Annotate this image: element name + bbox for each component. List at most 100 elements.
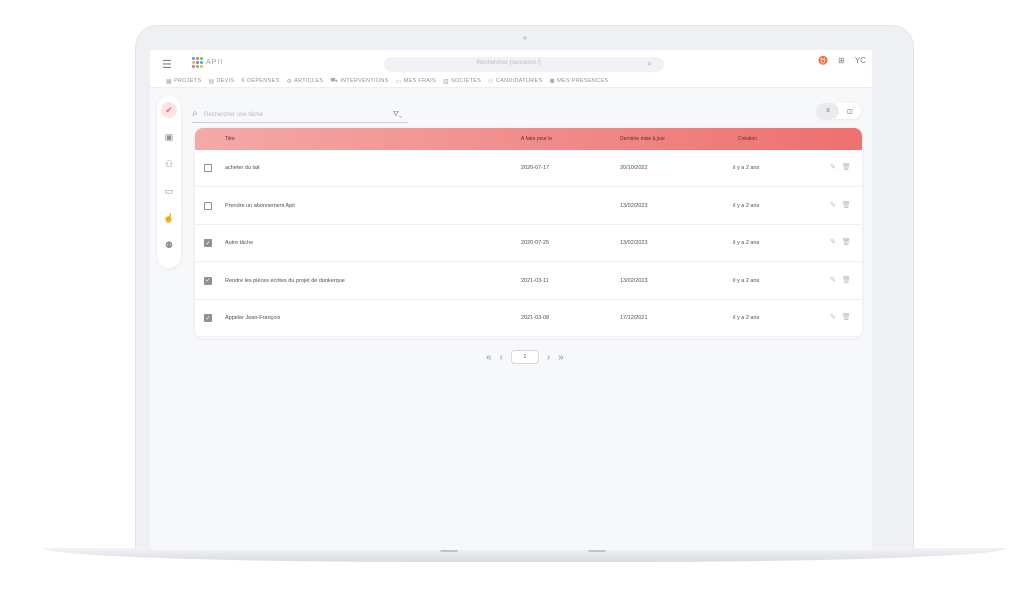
task-updated-date: 13/02/2023 bbox=[620, 202, 648, 209]
apps-grid-icon[interactable]: ⊞ bbox=[838, 56, 845, 65]
team-icon[interactable]: ⚉ bbox=[161, 237, 177, 253]
nav-item-label: DÉPENSES bbox=[247, 78, 280, 84]
task-created: il y a 2 ans bbox=[733, 240, 760, 247]
laptop-base bbox=[44, 548, 1007, 562]
task-created: il y a 2 ans bbox=[733, 315, 760, 322]
global-search-input[interactable]: Rechercher (raccourci /) ⌕ bbox=[384, 57, 664, 72]
nav-item-candidatures[interactable]: ⚇ CANDIDATURES bbox=[488, 77, 542, 85]
task-title: Prendre un abonnement Apii bbox=[225, 202, 295, 209]
task-created: il y a 2 ans bbox=[733, 202, 760, 209]
task-checkbox[interactable]: ✓ bbox=[204, 314, 212, 323]
next-page-icon[interactable]: › bbox=[547, 352, 550, 363]
edit-icon[interactable]: ✎ bbox=[830, 163, 836, 171]
nav-item-sociétés[interactable]: ▥ SOCIÉTÉS bbox=[443, 77, 481, 85]
menu-icon[interactable]: ☰ bbox=[162, 58, 172, 71]
task-checkbox[interactable] bbox=[204, 201, 212, 210]
articles-icon: ⚙ bbox=[286, 78, 293, 85]
list-view-icon[interactable]: ≡ bbox=[817, 103, 839, 119]
edit-icon[interactable]: ✎ bbox=[830, 238, 836, 246]
column-header-due[interactable]: À faire pour le bbox=[521, 136, 552, 142]
nav-item-mes présences[interactable]: ⚉ MES PRÉSENCES bbox=[549, 77, 608, 85]
task-title: Autre tâche bbox=[225, 240, 254, 247]
last-page-icon[interactable]: » bbox=[558, 352, 564, 363]
nav-item-label: MES FRAIS bbox=[403, 78, 436, 84]
table-row[interactable]: ✓ Rendre les pièces écrites du projet de … bbox=[195, 263, 862, 300]
applications-icon: ⚇ bbox=[488, 78, 494, 85]
logo-dot bbox=[200, 65, 203, 68]
nav-item-interventions[interactable]: ⛟ INTERVENTIONS bbox=[330, 77, 388, 85]
edit-icon[interactable]: ✎ bbox=[830, 276, 836, 284]
side-rail: ✔ ▣ ⚇ ▭ ☝ ⚉ bbox=[157, 96, 181, 268]
nav-item-projets[interactable]: ▦ PROJETS bbox=[166, 77, 201, 85]
task-due-date: 2020-07-17 bbox=[521, 165, 550, 171]
task-due-date: 2021-03-08 bbox=[521, 315, 550, 322]
view-toggle: ≡ ◫ bbox=[817, 103, 861, 119]
tasks-icon[interactable]: ✔ bbox=[161, 102, 177, 118]
tasks-table: Titre À faire pour le Dernière mise à jo… bbox=[195, 128, 862, 338]
nav-item-label: CANDIDATURES bbox=[495, 78, 543, 84]
contacts-icon[interactable]: ⚇ bbox=[161, 156, 177, 172]
wallet-icon[interactable]: ▭ bbox=[161, 183, 177, 199]
current-page-input[interactable]: 1 bbox=[510, 350, 539, 364]
delete-icon[interactable]: 🗑 bbox=[842, 276, 851, 284]
column-header-created[interactable]: Création bbox=[738, 136, 757, 142]
delete-icon[interactable]: 🗑 bbox=[842, 201, 851, 209]
task-search-placeholder: Rechercher une tâche bbox=[204, 112, 264, 118]
logo-dot bbox=[196, 61, 199, 64]
nav-item-dépenses[interactable]: € DÉPENSES bbox=[241, 77, 279, 85]
app-logo[interactable]: APII bbox=[192, 57, 223, 68]
first-page-icon[interactable]: « bbox=[486, 352, 492, 363]
edit-icon[interactable]: ✎ bbox=[830, 313, 836, 321]
task-updated-date: 13/02/2023 bbox=[620, 277, 648, 284]
nav-item-label: DEVIS bbox=[216, 78, 235, 84]
table-row[interactable]: Prendre un abonnement Apii 13/02/2023 il y… bbox=[195, 188, 862, 225]
search-icon: ⌕ bbox=[647, 59, 652, 68]
table-row[interactable]: acheter du lait 2020-07-17 20/10/2022 il y … bbox=[195, 150, 862, 187]
top-bar: ☰ APII Rechercher (raccourci /) ⌕ ♉ ⊞ YC… bbox=[150, 50, 872, 88]
interventions-icon: ⛟ bbox=[330, 78, 339, 84]
nav-item-mes frais[interactable]: ▭ MES FRAIS bbox=[396, 77, 436, 85]
column-header-updated[interactable]: Dernière mise à jour bbox=[620, 136, 665, 142]
company-icon: ▥ bbox=[442, 78, 449, 85]
task-title: Appeler Jean-François bbox=[225, 315, 281, 322]
row-actions: ✎ 🗑 bbox=[830, 313, 851, 321]
nav-item-articles[interactable]: ⚙ ARTICLES bbox=[286, 77, 323, 85]
euro-icon: € bbox=[241, 78, 246, 84]
logo-dot bbox=[200, 61, 203, 64]
logo-dot bbox=[200, 57, 203, 60]
board-view-icon[interactable]: ◫ bbox=[839, 103, 861, 119]
row-actions: ✎ 🗑 bbox=[830, 276, 851, 284]
global-search-placeholder: Rechercher (raccourci /) bbox=[476, 60, 542, 66]
top-right-actions: ♉ ⊞ YC bbox=[818, 56, 866, 65]
task-checkbox[interactable]: ✓ bbox=[204, 239, 212, 248]
task-created: il y a 2 ans bbox=[733, 277, 760, 284]
nav-item-label: INTERVENTIONS bbox=[340, 78, 389, 84]
prev-page-icon[interactable]: ‹ bbox=[500, 352, 503, 363]
column-header-title[interactable]: Titre bbox=[225, 136, 235, 142]
logo-dot bbox=[192, 57, 195, 60]
nav-item-devis[interactable]: ▤ DEVIS bbox=[208, 77, 234, 85]
nav-item-label: ARTICLES bbox=[294, 78, 324, 84]
thumbs-up-icon[interactable]: ☝ bbox=[161, 210, 177, 226]
camera-dot bbox=[523, 36, 527, 40]
nav-item-label: PROJETS bbox=[173, 78, 202, 84]
task-due-date: 2020-07-25 bbox=[521, 240, 550, 247]
logo-dot bbox=[192, 61, 195, 64]
notifications-icon[interactable]: ♉ bbox=[818, 56, 828, 65]
table-header: Titre À faire pour le Dernière mise à jo… bbox=[195, 128, 862, 150]
calendar-icon[interactable]: ▣ bbox=[161, 129, 177, 145]
delete-icon[interactable]: 🗑 bbox=[842, 163, 851, 171]
task-checkbox[interactable]: ✓ bbox=[204, 276, 212, 285]
task-search-input[interactable]: ⌕ Rechercher une tâche ⛛⌄ bbox=[192, 108, 408, 123]
main-nav: ▦ PROJETS ▤ DEVIS € DÉPENSES ⚙ ARTICLES ⛟ INTERVE… bbox=[166, 77, 608, 85]
task-title: Rendre les pièces écrites du projet de d… bbox=[225, 277, 345, 284]
table-row[interactable]: ✓ Autre tâche 2020-07-25 13/02/2023 il y a 2… bbox=[195, 225, 862, 263]
filter-icon[interactable]: ⛛⌄ bbox=[393, 111, 402, 119]
delete-icon[interactable]: 🗑 bbox=[842, 238, 851, 246]
logo-dot bbox=[196, 65, 199, 68]
task-checkbox[interactable] bbox=[204, 164, 212, 172]
user-avatar[interactable]: YC bbox=[855, 56, 866, 65]
edit-icon[interactable]: ✎ bbox=[830, 201, 836, 209]
delete-icon[interactable]: 🗑 bbox=[842, 313, 851, 321]
table-row[interactable]: ✓ Appeler Jean-François 2021-03-08 17/12/20… bbox=[195, 300, 862, 338]
